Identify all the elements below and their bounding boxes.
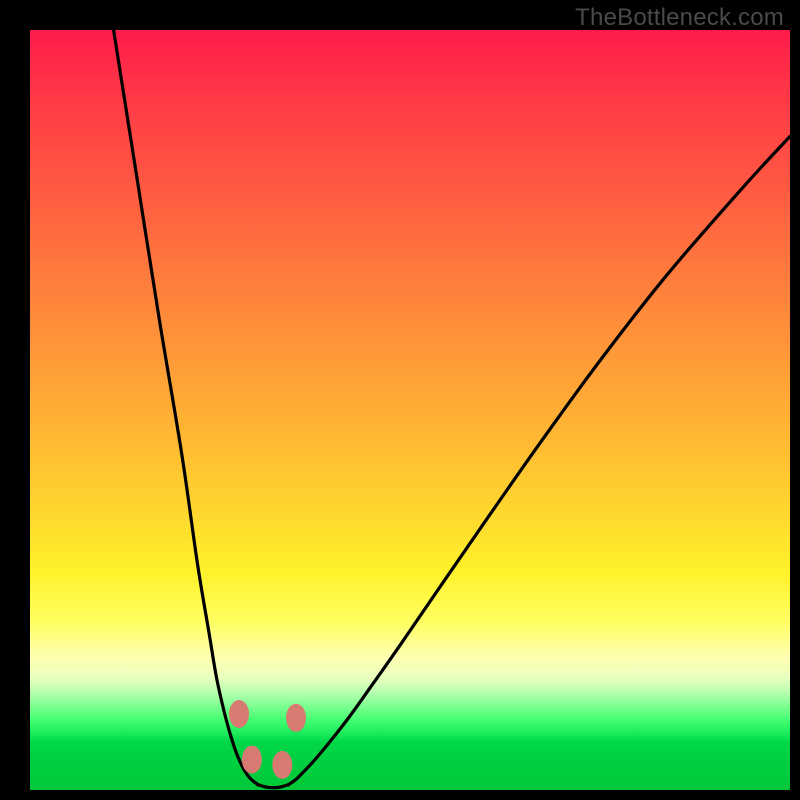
marker-left-upper	[229, 700, 249, 728]
watermark-text: TheBottleneck.com	[575, 4, 784, 32]
marker-left-lower	[242, 746, 262, 774]
curve-layer	[30, 30, 790, 790]
chart-frame: TheBottleneck.com	[0, 0, 800, 800]
marker-right-lower	[272, 751, 292, 779]
bottleneck-curve	[114, 30, 790, 788]
curve-markers	[229, 700, 306, 779]
plot-area	[30, 30, 790, 790]
marker-right-upper	[286, 704, 306, 732]
